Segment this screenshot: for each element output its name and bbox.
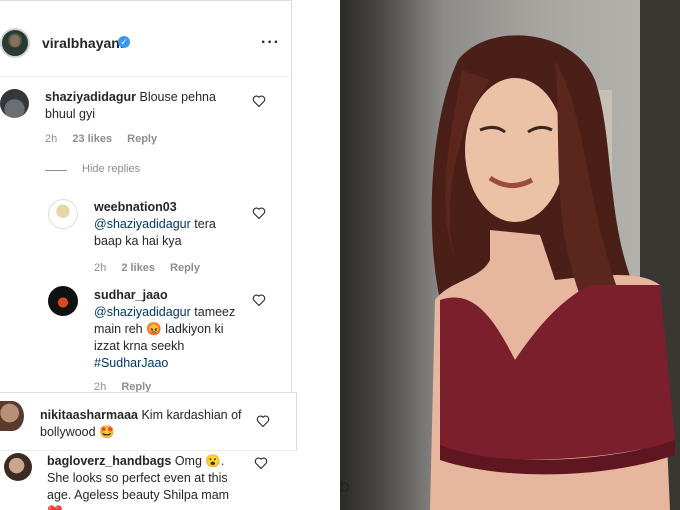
reply-button[interactable]: Reply <box>170 262 200 274</box>
post-username[interactable]: viralbhayani <box>42 35 124 51</box>
heart-emoji-icon: ❤️ <box>47 505 63 510</box>
comment-text: Omg <box>174 454 202 468</box>
avatar[interactable] <box>0 89 29 118</box>
reply-time: 2h <box>94 262 107 274</box>
reply-username[interactable]: sudhar_jaao <box>94 287 242 304</box>
hide-replies-button[interactable]: Hide replies <box>82 163 140 175</box>
reply-item: weebnation03 @shaziyadidagur tera baap k… <box>48 197 291 277</box>
avatar[interactable] <box>4 453 32 481</box>
like-heart-icon[interactable] <box>252 294 266 306</box>
comment-time: 2h <box>45 133 58 145</box>
mention-link[interactable]: @shaziyadidagur <box>94 305 191 319</box>
reply-item: sudhar_jaao @shaziyadidagur tameez main … <box>48 285 291 395</box>
avatar[interactable] <box>48 286 78 316</box>
reply-username[interactable]: weebnation03 <box>94 199 244 216</box>
reply-button[interactable]: Reply <box>127 133 157 145</box>
comment-item: shaziyadidagur Blouse pehna bhuul gyi 2h… <box>0 85 291 155</box>
mention-link[interactable]: @shaziyadidagur <box>94 217 191 231</box>
angry-emoji-icon: 😡 <box>146 322 162 336</box>
overlay-comment-card: nikitaasharmaaa Kim kardashian of bollyw… <box>0 392 297 510</box>
comment-username[interactable]: shaziyadidagur <box>45 90 136 104</box>
star-struck-emoji-icon: 🤩 <box>99 425 115 439</box>
avatar[interactable] <box>0 401 24 431</box>
avatar[interactable] <box>0 28 30 58</box>
like-heart-icon[interactable] <box>256 415 270 427</box>
divider <box>45 170 67 171</box>
reply-likes[interactable]: 2 likes <box>121 262 155 274</box>
comment-item: bagloverz_handbags Omg 😮. She looks so p… <box>0 453 297 510</box>
post-photo <box>340 0 680 510</box>
comment-username[interactable]: nikitaasharmaaa <box>40 408 138 422</box>
surprised-emoji-icon: 😮 <box>205 454 221 468</box>
verified-badge-icon: ✓ <box>118 36 130 48</box>
divider <box>0 450 297 451</box>
comment-item: nikitaasharmaaa Kim kardashian of bollyw… <box>0 399 297 449</box>
post-header: viralbhayani ✓ ··· <box>0 1 291 77</box>
comment-username[interactable]: bagloverz_handbags <box>47 454 171 468</box>
like-heart-icon[interactable] <box>254 457 268 469</box>
more-horizontal-icon[interactable]: ··· <box>261 34 280 52</box>
like-heart-icon[interactable] <box>252 95 266 107</box>
divider <box>296 392 297 450</box>
hashtag-link[interactable]: #SudharJaao <box>94 356 168 370</box>
woman-figure <box>430 35 675 510</box>
avatar[interactable] <box>48 199 78 229</box>
watermark-text: b <box>339 477 350 497</box>
comment-likes[interactable]: 23 likes <box>72 133 112 145</box>
like-heart-icon[interactable] <box>252 207 266 219</box>
